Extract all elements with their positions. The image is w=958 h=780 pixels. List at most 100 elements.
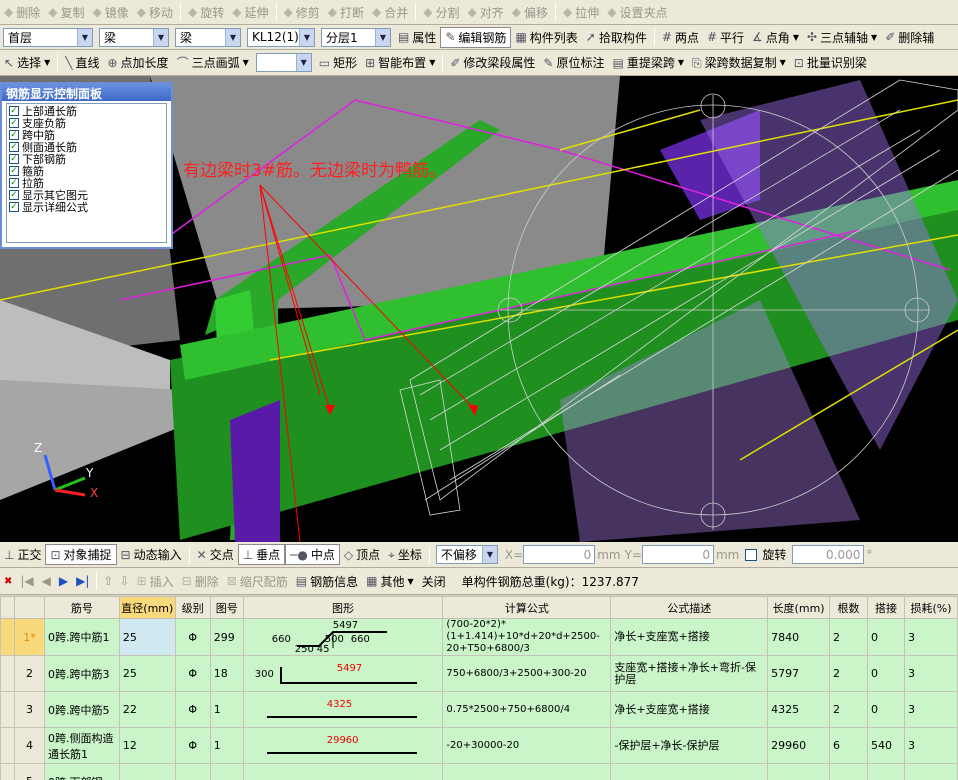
member-select[interactable]: KL12(1) ▼ <box>247 27 315 47</box>
cell-lap[interactable] <box>867 763 905 780</box>
delete-row-button[interactable]: ⊟ 删除 <box>178 570 223 592</box>
offset-button[interactable]: ◆ 偏移 <box>508 1 552 23</box>
cell-shape[interactable]: 4325 <box>242 691 444 728</box>
row-selector[interactable] <box>0 691 15 728</box>
cell-shape[interactable]: 300 5497 <box>242 655 444 692</box>
re-extract-span-button[interactable]: ▤ 重提梁跨 ▼ <box>609 52 689 74</box>
point-angle-button[interactable]: ∡ 点角 ▼ <box>748 26 803 48</box>
first-record-icon[interactable]: |◀ <box>20 574 33 588</box>
other-menu-button[interactable]: ▦ 其他 ▼ <box>362 570 418 592</box>
ortho-button[interactable]: ⊥ 正交 <box>0 544 45 566</box>
cell-formula-desc[interactable] <box>610 763 769 780</box>
cell-formula[interactable]: 0.75*2500+750+6800/4 <box>442 691 612 728</box>
stretch-button[interactable]: ◆ 拉伸 <box>559 1 603 23</box>
cell-formula-desc[interactable]: 净长+支座宽+搭接 <box>610 618 769 656</box>
delete-axis-button[interactable]: ✐ 删除辅 <box>881 26 938 48</box>
point-length-button[interactable]: ⊕ 点加长度 <box>103 52 172 74</box>
cell-length[interactable]: 4325 <box>767 691 831 728</box>
cell-length[interactable] <box>767 763 831 780</box>
cell-lap[interactable]: 0 <box>867 618 905 656</box>
copy-span-data-button[interactable]: ⎘ 梁跨数据复制 ▼ <box>688 52 790 74</box>
layer-select[interactable]: 分层1 ▼ <box>321 27 391 47</box>
member-list-button[interactable]: ▦ 构件列表 <box>511 26 581 48</box>
next-record-icon[interactable]: ▶ <box>59 574 68 588</box>
cell-figure-no[interactable]: 299 <box>209 618 244 656</box>
cell-grade[interactable]: Φ <box>174 691 211 728</box>
prev-record-icon[interactable]: ◀ <box>42 574 51 588</box>
cell-formula-desc[interactable]: 支座宽+搭接+净长+弯折-保护层 <box>610 655 769 692</box>
move-down-icon[interactable]: ⇩ <box>119 574 129 588</box>
coordinate-snap-button[interactable]: ⌖ 坐标 <box>384 544 426 566</box>
cell-loss[interactable]: 3 <box>903 618 958 656</box>
table-row[interactable]: 50跨.下部钢 <box>0 763 958 780</box>
object-snap-button[interactable]: ⊡ 对象捕捉 <box>45 544 117 565</box>
three-point-arc-button[interactable]: ⌒ 三点画弧 ▼ <box>173 52 253 74</box>
modify-span-props-button[interactable]: ✐ 修改梁段属性 <box>446 52 539 74</box>
last-record-icon[interactable]: ▶| <box>76 574 89 588</box>
cell-diameter[interactable] <box>118 763 176 780</box>
table-row[interactable]: 4 0跨.侧面构造通长筋1 12 Φ 1 29960 -20+30000-20 -保护层+净长… <box>0 727 958 764</box>
scale-reinforce-button[interactable]: ⊠ 缩尺配筋 <box>223 570 292 592</box>
cell-bar-name[interactable]: 0跨.下部钢 <box>43 763 120 780</box>
cell-grade[interactable]: Φ <box>174 727 211 764</box>
cell-formula[interactable]: -20+30000-20 <box>442 727 612 764</box>
parallel-axis-button[interactable]: # 平行 <box>703 26 748 48</box>
cell-lap[interactable]: 540 <box>867 727 905 764</box>
rebar-info-button[interactable]: ▤ 钢筋信息 <box>292 570 362 592</box>
properties-button[interactable]: ▤ 属性 <box>394 26 440 48</box>
cell-bar-name[interactable]: 0跨.跨中筋3 <box>43 655 120 692</box>
offset-mode-select[interactable]: 不偏移 ▼ <box>435 545 498 564</box>
intersection-snap-button[interactable]: ✕ 交点 <box>193 544 238 566</box>
cell-count[interactable]: 6 <box>829 727 868 764</box>
row-selector[interactable] <box>0 655 15 692</box>
category-select[interactable]: 梁 ▼ <box>99 27 169 47</box>
cell-grade[interactable]: Φ <box>174 655 211 692</box>
table-row[interactable]: 1* 0跨.跨中筋1 25 Φ 299 5497 660 500 660 250 45 (700-20… <box>0 618 958 656</box>
cell-loss[interactable] <box>903 763 958 780</box>
cell-length[interactable]: 29960 <box>767 727 831 764</box>
cell-diameter[interactable]: 12 <box>118 727 176 764</box>
merge-button[interactable]: ◆ 合并 <box>368 1 412 23</box>
cell-diameter[interactable]: 25 <box>118 655 176 692</box>
cell-length[interactable]: 7840 <box>767 618 831 656</box>
break-button[interactable]: ◆ 打断 <box>324 1 368 23</box>
table-row[interactable]: 3 0跨.跨中筋5 22 Φ 1 4325 0.75*2500+750+6800/4 净长+支… <box>0 691 958 728</box>
cell-shape[interactable]: 29960 <box>242 727 444 764</box>
row-selector[interactable] <box>0 727 15 764</box>
cell-diameter[interactable]: 22 <box>118 691 176 728</box>
cell-shape[interactable] <box>242 763 444 780</box>
batch-recognize-button[interactable]: ⊡ 批量识别梁 <box>790 52 871 74</box>
smart-layout-button[interactable]: ⊞ 智能布置 ▼ <box>361 52 439 74</box>
row-selector[interactable] <box>0 763 15 780</box>
cell-shape[interactable]: 5497 660 500 660 250 45 <box>242 618 444 656</box>
cell-count[interactable] <box>829 763 868 780</box>
cell-lap[interactable]: 0 <box>867 691 905 728</box>
close-icon[interactable]: ✖ <box>4 576 12 587</box>
cell-formula[interactable] <box>442 763 612 780</box>
cell-formula[interactable]: 750+6800/3+2500+300-20 <box>442 655 612 692</box>
cell-loss[interactable]: 3 <box>903 727 958 764</box>
three-point-axis-button[interactable]: ✣ 三点辅轴 ▼ <box>803 26 881 48</box>
rotate-button[interactable]: ◆ 旋转 <box>184 1 228 23</box>
cell-bar-name[interactable]: 0跨.跨中筋1 <box>43 618 120 656</box>
rotate-angle-input[interactable]: 0.000 <box>792 545 865 564</box>
cell-count[interactable]: 2 <box>829 618 868 656</box>
rebar-table[interactable]: 筋号 直径(mm) 级别 图号 图形 计算公式 公式描述 长度(mm) 根数 搭… <box>0 596 958 780</box>
cell-figure-no[interactable]: 1 <box>209 727 244 764</box>
vertex-snap-button[interactable]: ◇ 顶点 <box>340 544 384 566</box>
extend-button[interactable]: ◆ 延伸 <box>228 1 272 23</box>
split-button[interactable]: ◆ 分割 <box>419 1 463 23</box>
x-coordinate-input[interactable]: 0 <box>523 545 596 564</box>
select-button[interactable]: ↖ 选择 ▼ <box>0 52 54 74</box>
cell-bar-name[interactable]: 0跨.跨中筋5 <box>43 691 120 728</box>
cell-figure-no[interactable]: 1 <box>209 691 244 728</box>
rectangle-button[interactable]: ▭ 矩形 <box>315 52 361 74</box>
cell-count[interactable]: 2 <box>829 691 868 728</box>
in-place-annotation-button[interactable]: ✎ 原位标注 <box>539 52 608 74</box>
cell-count[interactable]: 2 <box>829 655 868 692</box>
cell-formula-desc[interactable]: -保护层+净长-保护层 <box>610 727 769 764</box>
dynamic-input-button[interactable]: ⊟ 动态输入 <box>117 544 186 566</box>
pick-member-button[interactable]: ➚ 拾取构件 <box>582 26 651 48</box>
cell-diameter[interactable]: 25 <box>118 618 176 656</box>
cell-formula-desc[interactable]: 净长+支座宽+搭接 <box>610 691 769 728</box>
